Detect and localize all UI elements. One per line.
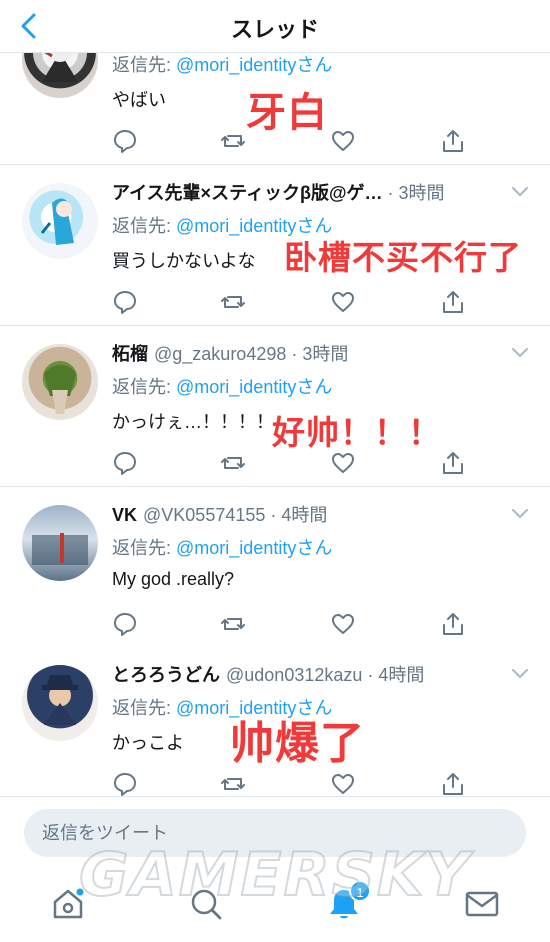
- red-overlay-caption: 卧槽不买不行了: [284, 238, 522, 277]
- search-icon[interactable]: [188, 886, 224, 922]
- messages-mail-icon[interactable]: [464, 886, 500, 922]
- display-name[interactable]: とろろうどん: [112, 665, 220, 685]
- reply-to-label: 返信先:: [112, 698, 177, 718]
- reply-to-label: 返信先:: [112, 55, 177, 75]
- red-overlay-caption: 帅爆了: [230, 718, 365, 769]
- tweet-header: とろろうどん @udon0312kazu · 4時間: [112, 661, 507, 687]
- tweet-text: かっこよ: [112, 733, 184, 753]
- chevron-down-icon[interactable]: [512, 187, 528, 197]
- like-heart-icon[interactable]: [330, 611, 356, 637]
- tweet-row[interactable]: 柘榴 @g_zakuro4298 · 3時間 返信先: @mori_identit…: [0, 326, 550, 487]
- home-icon[interactable]: [50, 886, 86, 922]
- reply-icon[interactable]: [112, 771, 138, 796]
- reply-input[interactable]: 返信をツイート: [24, 809, 526, 857]
- notifications-badge: 1: [349, 880, 371, 902]
- reply-icon[interactable]: [112, 128, 138, 154]
- like-heart-icon[interactable]: [330, 771, 356, 796]
- tweet-actions: [112, 450, 472, 476]
- share-icon[interactable]: [440, 289, 466, 315]
- reply-to-line: 返信先: @mori_identityさん: [112, 534, 332, 560]
- avatar[interactable]: [22, 344, 98, 420]
- avatar[interactable]: [22, 665, 98, 741]
- display-name[interactable]: VK: [112, 505, 137, 525]
- tweet-actions: [112, 289, 472, 315]
- like-heart-icon[interactable]: [330, 289, 356, 315]
- avatar[interactable]: [22, 183, 98, 259]
- thread-feed[interactable]: 返信先: @mori_identityさん やばい 牙白 アイス先輩×スティック…: [0, 52, 550, 796]
- timestamp: · 4時間: [265, 505, 328, 525]
- chevron-down-icon[interactable]: [512, 509, 528, 519]
- user-handle[interactable]: @VK05574155: [143, 505, 265, 525]
- tweet-row[interactable]: 返信先: @mori_identityさん やばい 牙白: [0, 52, 550, 165]
- share-icon[interactable]: [440, 771, 466, 796]
- timestamp: · 3時間: [286, 344, 349, 364]
- reply-to-line: 返信先: @mori_identityさん: [112, 52, 332, 77]
- share-icon[interactable]: [440, 128, 466, 154]
- reply-composer: 返信をツイート: [0, 796, 550, 869]
- reply-mention-link[interactable]: @mori_identityさん: [176, 55, 332, 75]
- tweet-text: My god .really?: [112, 569, 235, 589]
- tweet-row[interactable]: とろろうどん @udon0312kazu · 4時間 返信先: @mori_ide…: [0, 647, 550, 796]
- timestamp: · 3時間: [382, 183, 445, 203]
- bottom-tab-bar: [0, 868, 550, 942]
- share-icon[interactable]: [440, 611, 466, 637]
- tweet-actions: [112, 771, 472, 796]
- retweet-icon[interactable]: [220, 289, 246, 315]
- page-title: スレッド: [230, 17, 319, 42]
- reply-to-label: 返信先:: [112, 538, 177, 558]
- retweet-icon[interactable]: [220, 128, 246, 154]
- tweet-row[interactable]: アイス先輩×スティックβ版@ゲ… · 3時間 返信先: @mori_identi…: [0, 165, 550, 326]
- reply-mention-link[interactable]: @mori_identityさん: [176, 377, 332, 397]
- red-overlay-caption: 好帅！！！: [272, 413, 442, 452]
- tweet-text: やばい: [112, 90, 166, 110]
- retweet-icon[interactable]: [220, 771, 246, 796]
- reply-to-label: 返信先:: [112, 377, 177, 397]
- reply-to-line: 返信先: @mori_identityさん: [112, 373, 332, 399]
- reply-icon[interactable]: [112, 450, 138, 476]
- tweet-header: アイス先輩×スティックβ版@ゲ… · 3時間: [112, 179, 507, 205]
- share-icon[interactable]: [440, 450, 466, 476]
- tweet-row[interactable]: VK @VK05574155 · 4時間 返信先: @mori_identityさ…: [0, 487, 550, 648]
- avatar[interactable]: [22, 505, 98, 581]
- user-handle[interactable]: @g_zakuro4298: [154, 344, 286, 364]
- display-name[interactable]: アイス先輩×スティックβ版@ゲ…: [112, 183, 383, 203]
- retweet-icon[interactable]: [220, 611, 246, 637]
- tweet-header: VK @VK05574155 · 4時間: [112, 501, 507, 527]
- chevron-down-icon[interactable]: [512, 348, 528, 358]
- tweet-text: かっけぇ…！！！！: [112, 412, 274, 432]
- like-heart-icon[interactable]: [330, 450, 356, 476]
- reply-to-label: 返信先:: [112, 216, 177, 236]
- tweet-text: 買うしかないよな: [112, 251, 256, 271]
- timestamp: · 4時間: [362, 665, 425, 685]
- display-name[interactable]: 柘榴: [112, 344, 148, 364]
- reply-mention-link[interactable]: @mori_identityさん: [176, 538, 332, 558]
- avatar[interactable]: [22, 52, 98, 98]
- like-heart-icon[interactable]: [330, 128, 356, 154]
- user-handle[interactable]: @udon0312kazu: [226, 665, 362, 685]
- tweet-header: 柘榴 @g_zakuro4298 · 3時間: [112, 340, 507, 366]
- navigation-bar: スレッド: [0, 0, 550, 53]
- retweet-icon[interactable]: [220, 450, 246, 476]
- chevron-down-icon[interactable]: [512, 669, 528, 679]
- reply-icon[interactable]: [112, 611, 138, 637]
- tweet-actions: [112, 128, 472, 154]
- reply-icon[interactable]: [112, 289, 138, 315]
- tweet-actions: [112, 611, 472, 637]
